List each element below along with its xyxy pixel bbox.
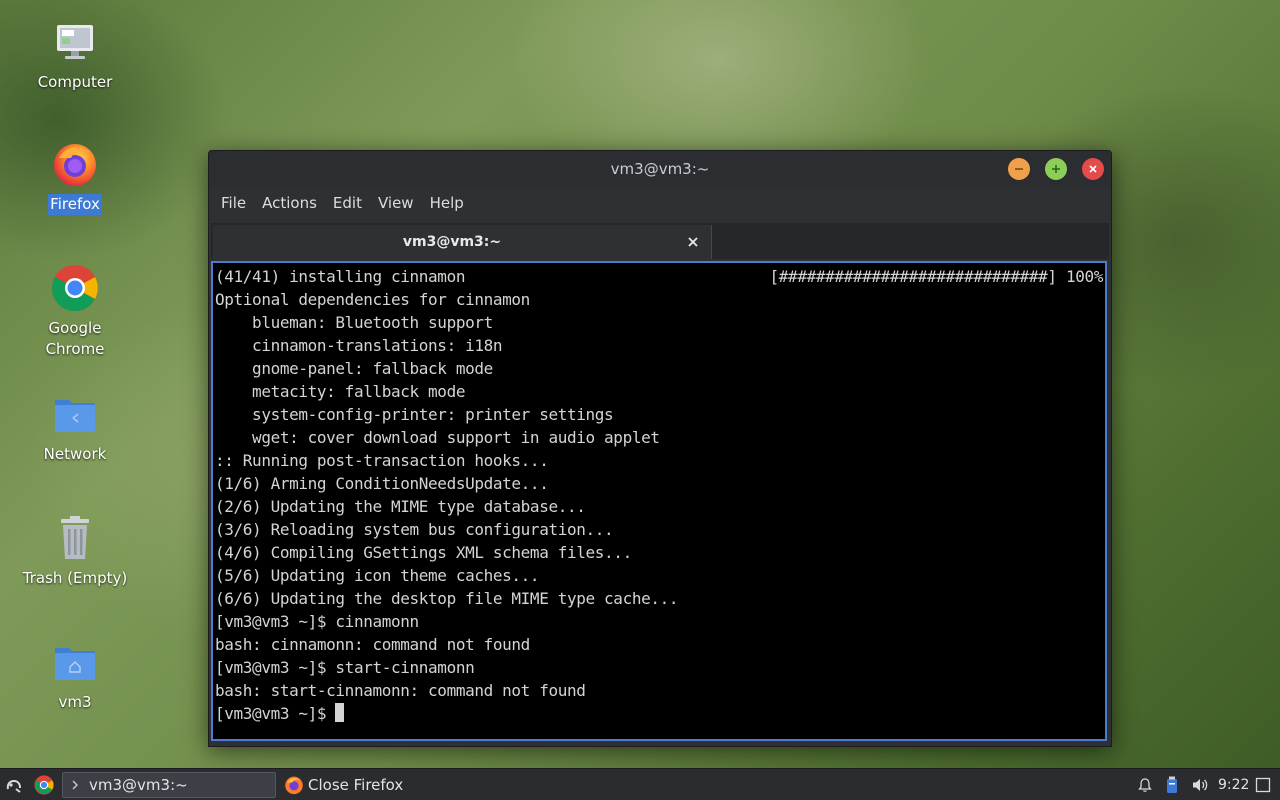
terminal-line: [vm3@vm3 ~]$ cinnamonn [215, 612, 419, 631]
terminal-window[interactable]: vm3@vm3:~ File Actions Edit View Help vm… [208, 150, 1112, 747]
terminal-line: (4/6) Compiling GSettings XML schema fil… [215, 543, 632, 562]
show-desktop-button[interactable] [1255, 769, 1273, 800]
terminal-line: bash: cinnamonn: command not found [215, 635, 530, 654]
desktop-icon-firefox[interactable]: Firefox [10, 140, 140, 215]
chrome-icon [51, 264, 99, 312]
progress-bar-text: [#############################] 100% [769, 267, 1104, 286]
usb-drive-icon [1167, 776, 1177, 793]
terminal-line: (6/6) Updating the desktop file MIME typ… [215, 589, 679, 608]
terminal-line: :: Running post-transaction hooks... [215, 451, 549, 470]
terminal-line: [vm3@vm3 ~]$ start-cinnamonn [215, 658, 475, 677]
desktop-icon-label: Firefox [48, 194, 102, 215]
manjaro-menu-icon [6, 780, 21, 793]
menu-bar: File Actions Edit View Help [209, 188, 1111, 218]
firefox-icon [285, 776, 303, 795]
app-menu-button[interactable] [4, 769, 28, 800]
menu-edit[interactable]: Edit [325, 188, 370, 218]
computer-icon [51, 18, 99, 66]
maximize-icon [1052, 165, 1060, 173]
desktop-icon-label: Network [43, 445, 107, 463]
terminal-line: (3/6) Reloading system bus configuration… [215, 520, 614, 539]
tab-bar: vm3@vm3:~ [211, 223, 1109, 259]
desktop-icon-vm3[interactable]: vm3 [10, 638, 140, 713]
tab-close-icon[interactable] [687, 236, 699, 248]
menu-actions[interactable]: Actions [254, 188, 325, 218]
desktop: Computer Firefox Google Chrome Network T… [0, 0, 1280, 800]
menu-view[interactable]: View [370, 188, 422, 218]
terminal-prompt: [vm3@vm3 ~]$ [215, 704, 336, 723]
network-folder-icon [51, 390, 99, 438]
terminal-lines: (41/41) installing cinnamon Optional dep… [215, 265, 1105, 725]
minimize-icon [1015, 168, 1023, 170]
title-bar[interactable]: vm3@vm3:~ [209, 151, 1111, 187]
chrome-icon [34, 775, 54, 795]
terminal-line: system-config-printer: printer settings [215, 405, 614, 424]
terminal-line: metacity: fallback mode [215, 382, 466, 401]
menu-file[interactable]: File [213, 188, 254, 218]
terminal-icon [72, 780, 78, 790]
minimize-button[interactable] [1008, 158, 1030, 180]
desktop-icon-network[interactable]: Network [10, 390, 140, 465]
terminal-line: wget: cover download support in audio ap… [215, 428, 660, 447]
text-cursor [335, 703, 345, 722]
show-desktop-icon [1255, 777, 1271, 793]
terminal-line: Optional dependencies for cinnamon [215, 290, 530, 309]
bell-icon [1138, 778, 1152, 792]
notifications-button[interactable] [1137, 769, 1157, 800]
taskbar-task-label: Close Firefox [308, 776, 404, 794]
terminal-line: bash: start-cinnamonn: command not found [215, 681, 586, 700]
clock-time: 9:22 [1218, 777, 1250, 793]
removable-device-button[interactable] [1166, 769, 1182, 800]
terminal-line: (2/6) Updating the MIME type database... [215, 497, 586, 516]
firefox-icon [51, 140, 99, 188]
desktop-icon-google-chrome[interactable]: Google Chrome [10, 264, 140, 360]
terminal-line: blueman: Bluetooth support [215, 313, 493, 332]
desktop-icon-trash[interactable]: Trash (Empty) [10, 514, 140, 589]
taskbar-chrome-launcher[interactable] [34, 769, 56, 800]
close-button[interactable] [1082, 158, 1104, 180]
speaker-icon [1193, 779, 1208, 791]
menu-help[interactable]: Help [422, 188, 472, 218]
taskbar-task-firefox[interactable]: Close Firefox [284, 769, 403, 800]
tab-title: vm3@vm3:~ [402, 234, 502, 250]
terminal-prompt-line: [vm3@vm3 ~]$ [215, 702, 1105, 725]
close-icon [1089, 165, 1097, 173]
desktop-icon-label: Computer [37, 73, 113, 91]
tab-terminal[interactable]: vm3@vm3:~ [213, 225, 712, 259]
terminal-line: gnome-panel: fallback mode [215, 359, 493, 378]
clock[interactable]: 9:22 [1218, 769, 1249, 800]
desktop-icon-label: Trash (Empty) [22, 569, 128, 587]
trash-icon [51, 514, 99, 562]
terminal-line: (1/6) Arming ConditionNeedsUpdate... [215, 474, 549, 493]
desktop-icon-computer[interactable]: Computer [10, 18, 140, 93]
window-title: vm3@vm3:~ [610, 160, 710, 178]
terminal-line: (5/6) Updating icon theme caches... [215, 566, 540, 585]
taskbar: vm3@vm3:~ Close Firefox 9:22 [0, 768, 1280, 800]
taskbar-task-terminal[interactable]: vm3@vm3:~ [62, 772, 276, 798]
home-folder-icon [51, 638, 99, 686]
terminal-output[interactable]: (41/41) installing cinnamon Optional dep… [211, 261, 1107, 741]
terminal-line: cinnamon-translations: i18n [215, 336, 503, 355]
maximize-button[interactable] [1045, 158, 1067, 180]
desktop-icon-label: Google Chrome [45, 319, 105, 358]
desktop-icon-label: vm3 [58, 693, 92, 711]
volume-button[interactable] [1191, 769, 1211, 800]
taskbar-task-label: vm3@vm3:~ [89, 776, 188, 794]
